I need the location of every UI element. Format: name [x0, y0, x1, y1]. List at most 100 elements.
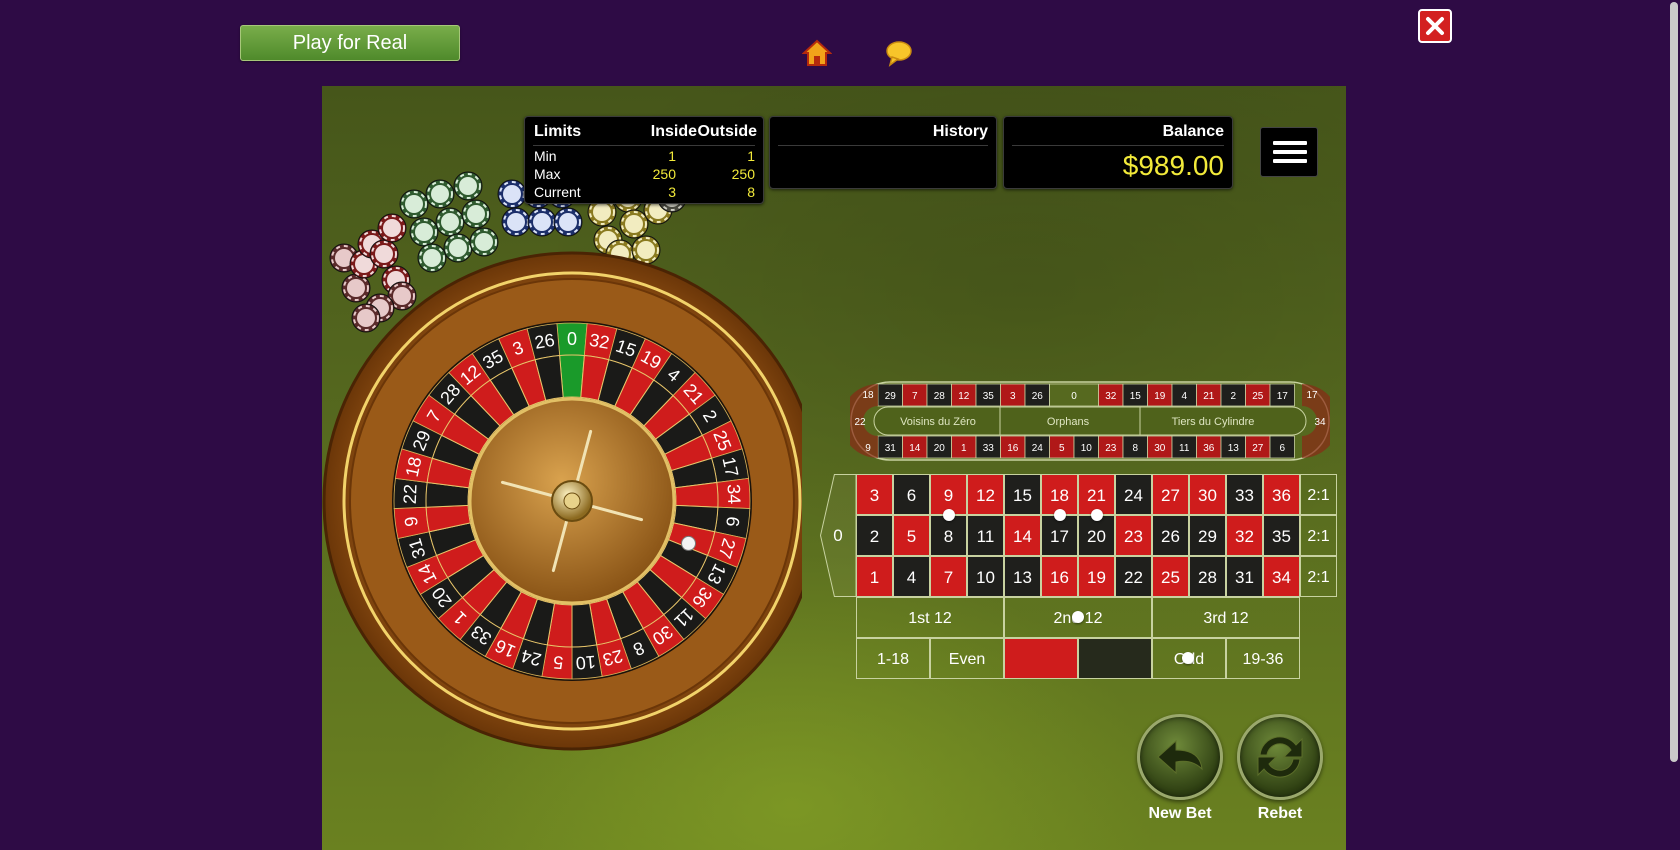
chip-stack[interactable] [377, 213, 407, 243]
history-title: History [932, 123, 988, 140]
bet-number[interactable]: 3 [856, 474, 893, 515]
bet-number[interactable]: 29 [1189, 515, 1226, 556]
page-scrollbar[interactable] [1668, 0, 1680, 850]
chip-stack[interactable] [435, 207, 465, 237]
placed-chip-marker[interactable] [1182, 652, 1194, 664]
chip-stack[interactable] [399, 189, 429, 219]
chip-stack[interactable] [369, 239, 399, 269]
bet-number[interactable]: 27 [1152, 474, 1189, 515]
placed-chip-marker[interactable] [942, 509, 955, 521]
chip-stack[interactable] [527, 207, 557, 237]
chip-stack[interactable] [417, 243, 447, 273]
rebet-button[interactable] [1237, 714, 1323, 800]
chip-stack[interactable] [409, 217, 439, 247]
bet-number[interactable]: 36 [1263, 474, 1300, 515]
bet-number[interactable]: 12 [967, 474, 1004, 515]
chip-stack[interactable] [443, 233, 473, 263]
bet-number[interactable]: 24 [1115, 474, 1152, 515]
bet-number[interactable]: 34 [1263, 556, 1300, 597]
bet-number[interactable]: 6 [893, 474, 930, 515]
wheel-number-label: 32 [588, 330, 611, 353]
play-for-real-button[interactable]: Play for Real [240, 25, 460, 61]
bet-dozen[interactable]: 1st 12 [856, 597, 1004, 638]
racetrack-number[interactable]: 18 [862, 390, 874, 401]
bet-number[interactable]: 28 [1189, 556, 1226, 597]
undo-arrow-icon [1157, 739, 1203, 775]
bet-even-money[interactable]: Even [930, 638, 1004, 679]
bet-number[interactable]: 19 [1078, 556, 1115, 597]
bet-number[interactable]: 8 [930, 515, 967, 556]
placed-chip-marker[interactable] [1053, 509, 1066, 521]
bet-number[interactable]: 10 [967, 556, 1004, 597]
racetrack-number: 33 [983, 443, 995, 454]
bet-number[interactable]: 14 [1004, 515, 1041, 556]
racetrack-section-label[interactable]: Orphans [1047, 416, 1090, 428]
bet-even-money[interactable]: 1-18 [856, 638, 930, 679]
new-bet-label: New Bet [1148, 805, 1212, 822]
chat-bubble-icon[interactable] [884, 38, 914, 68]
racetrack-number[interactable]: 34 [1314, 417, 1326, 428]
chip-stack[interactable] [501, 207, 531, 237]
new-bet-button[interactable] [1137, 714, 1223, 800]
bet-number[interactable]: 11 [967, 515, 1004, 556]
bet-zero[interactable]: 0 [820, 474, 856, 597]
bet-number[interactable]: 31 [1226, 556, 1263, 597]
close-button[interactable] [1418, 9, 1452, 43]
wheel-hub-cap [563, 492, 581, 510]
bet-number[interactable]: 1 [856, 556, 893, 597]
racetrack-number[interactable]: 22 [854, 417, 866, 428]
bet-number[interactable]: 4 [893, 556, 930, 597]
bet-red[interactable] [1004, 638, 1078, 679]
bet-number[interactable]: 30 [1189, 474, 1226, 515]
bet-number[interactable]: 20 [1078, 515, 1115, 556]
bet-number[interactable]: 26 [1152, 515, 1189, 556]
bet-number[interactable]: 25 [1152, 556, 1189, 597]
bet-number[interactable]: 5 [893, 515, 930, 556]
chip-stack[interactable] [461, 199, 491, 229]
racetrack-number: 1 [961, 443, 967, 454]
chip-stack[interactable] [553, 207, 583, 237]
balance-title: Balance [1162, 123, 1224, 140]
bet-column-2to1[interactable]: 2:1 [1300, 474, 1337, 515]
chip-stack[interactable] [469, 227, 499, 257]
chip-stack[interactable] [619, 209, 649, 239]
racetrack-number: 25 [1252, 391, 1264, 402]
placed-chip-marker[interactable] [1072, 611, 1084, 623]
bet-number[interactable]: 2 [856, 515, 893, 556]
bet-column-2to1[interactable]: 2:1 [1300, 556, 1337, 597]
wheel-number-label: 10 [575, 652, 597, 674]
racetrack-section-label[interactable]: Tiers du Cylindre [1172, 416, 1255, 428]
menu-button[interactable] [1260, 127, 1318, 177]
racetrack-number[interactable]: 17 [1306, 390, 1318, 401]
bet-number[interactable]: 13 [1004, 556, 1041, 597]
bet-number[interactable]: 17 [1041, 515, 1078, 556]
chip-stack[interactable] [351, 303, 381, 333]
bet-dozen[interactable]: 3rd 12 [1152, 597, 1300, 638]
racetrack-bet-area[interactable]: 29 7 28 12 35 3 26 0 32 15 19 4 21 2 25 1731 14 20 1 33 16 24… [850, 381, 1330, 461]
racetrack-number: 24 [1032, 443, 1044, 454]
repeat-arrows-icon [1257, 736, 1303, 778]
scrollbar-thumb[interactable] [1670, 2, 1678, 762]
bet-black[interactable] [1078, 638, 1152, 679]
bet-number[interactable]: 7 [930, 556, 967, 597]
home-icon[interactable] [801, 38, 833, 68]
bet-number[interactable]: 35 [1263, 515, 1300, 556]
racetrack-section-label[interactable]: Voisins du Zéro [900, 416, 976, 428]
racetrack-number: 11 [1179, 443, 1190, 454]
wheel-number-label: 0 [567, 329, 577, 349]
bet-number[interactable]: 15 [1004, 474, 1041, 515]
bet-number[interactable]: 33 [1226, 474, 1263, 515]
wheel-number-label: 34 [723, 484, 744, 505]
bet-number[interactable]: 32 [1226, 515, 1263, 556]
bet-number[interactable]: 23 [1115, 515, 1152, 556]
bet-number[interactable]: 22 [1115, 556, 1152, 597]
bet-even-money[interactable]: 19-36 [1226, 638, 1300, 679]
bet-column-2to1[interactable]: 2:1 [1300, 515, 1337, 556]
chip-stack[interactable] [497, 179, 527, 209]
bet-number[interactable]: 16 [1041, 556, 1078, 597]
racetrack-number[interactable]: 9 [865, 443, 871, 454]
placed-chip-marker[interactable] [1090, 509, 1103, 521]
chip-stack[interactable] [453, 171, 483, 201]
chip-stack[interactable] [631, 235, 661, 265]
chip-stack[interactable] [425, 179, 455, 209]
